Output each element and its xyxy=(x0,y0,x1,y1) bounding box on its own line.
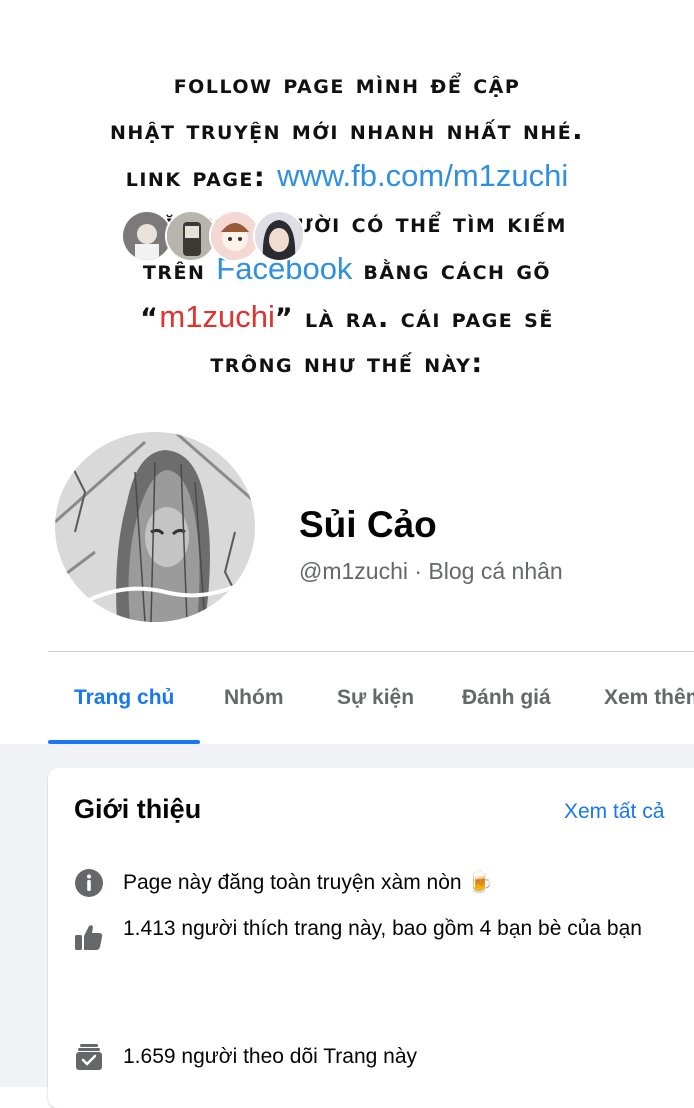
tab-events[interactable]: Sự kiện xyxy=(337,686,414,710)
friend-photo xyxy=(167,212,215,260)
notice-line: TRÔNG NHƯ THẾ NÀY: xyxy=(210,348,484,379)
notice-line: LINK PAGE: www.fb.com/m1zuchi xyxy=(0,153,694,201)
notice-text: ” LÀ RA. CÁI PAGE SẼ xyxy=(274,302,554,334)
tab-home[interactable]: Trang chủ xyxy=(74,686,174,710)
profile-avatar[interactable] xyxy=(55,432,255,622)
intro-title: Giới thiệu xyxy=(74,794,202,824)
intro-item-text: 1.659 người theo dõi Trang này xyxy=(123,1045,418,1068)
notice-line: NHẬT TRUYỆN MỚI NHANH NHẤT NHÉ. xyxy=(109,114,584,146)
notice-line: FOLLOW PAGE MÌNH ĐỂ CẬP xyxy=(173,69,521,100)
friend-avatar[interactable] xyxy=(253,210,305,262)
notice-text: BẰNG CÁCH GÕ xyxy=(352,255,552,286)
page-tabs: Trang chủ Nhóm Sự kiện Đánh giá Xem thêm xyxy=(48,652,694,744)
friend-avatars xyxy=(73,210,305,262)
tab-reviews[interactable]: Đánh giá xyxy=(462,686,551,710)
search-term: m1zuchi xyxy=(159,298,275,334)
page-name[interactable]: Sủi Cảo xyxy=(299,504,437,546)
notice-line: “m1zuchi” LÀ RA. CÁI PAGE SẼ xyxy=(0,294,694,342)
see-all-link[interactable]: Xem tất cả xyxy=(564,800,664,824)
page-subtitle: @m1zuchi · Blog cá nhân xyxy=(299,558,563,584)
tab-more[interactable]: Xem thêm xyxy=(604,686,694,710)
follow-icon xyxy=(76,1044,102,1070)
intro-item-text: 1.413 người thích trang này, bao gồm 4 b… xyxy=(123,917,642,940)
tab-groups[interactable]: Nhóm xyxy=(224,686,284,710)
friend-photo xyxy=(123,212,171,260)
intro-item-text: Page này đăng toàn truyện xàm nòn 🍺 xyxy=(123,871,494,894)
intro-card: Giới thiệu Xem tất cả Page này đăng toàn… xyxy=(48,768,694,1108)
notice-text: LINK PAGE: xyxy=(125,162,278,193)
friend-photo xyxy=(211,212,259,260)
avatar-illustration xyxy=(55,432,255,622)
like-icon xyxy=(75,925,103,950)
info-icon xyxy=(75,869,103,897)
page-link[interactable]: www.fb.com/m1zuchi xyxy=(277,158,568,193)
friend-photo xyxy=(255,212,303,260)
notice-text: “ xyxy=(140,302,160,334)
